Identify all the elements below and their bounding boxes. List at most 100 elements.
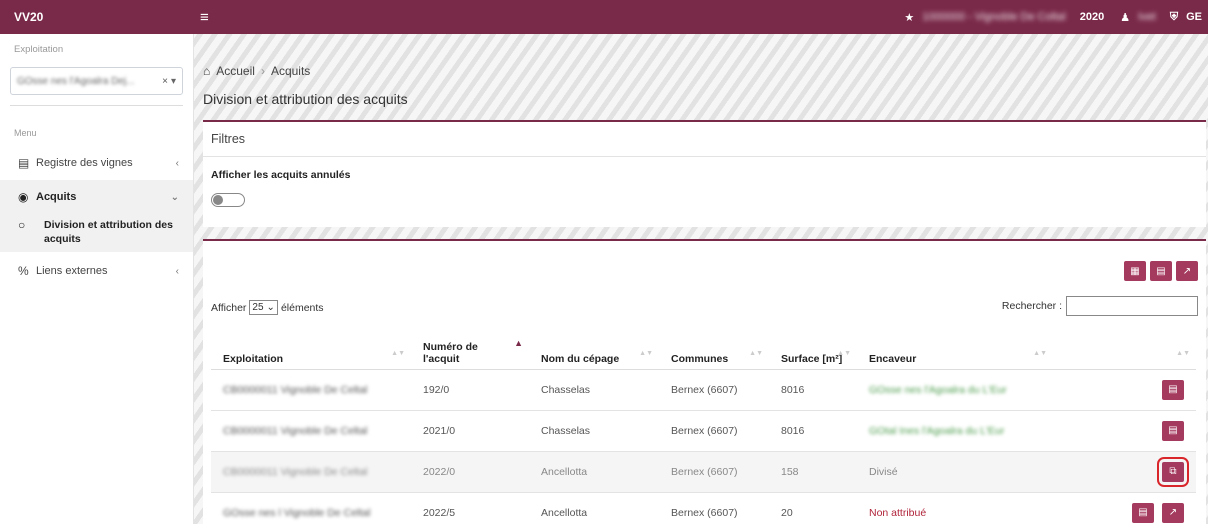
cell-surface: 8016	[769, 369, 857, 411]
exploitation-select-value: GOsse nes l'Agoalra Dej...	[17, 75, 135, 87]
cell-encaveur: GOtal Ines l'Agoalra du L'Eur	[857, 410, 1053, 452]
chevron-down-icon: ⌄	[170, 191, 179, 203]
external-link-icon[interactable]: ↗	[1176, 261, 1198, 281]
show-cancelled-label: Afficher les acquits annulés	[211, 169, 351, 181]
user-icon[interactable]: ♟	[1120, 11, 1130, 24]
chevron-left-icon: ‹	[175, 157, 179, 169]
pdf-export-icon[interactable]: ▤	[1150, 261, 1172, 281]
col-actions[interactable]: ▲▼	[1053, 324, 1196, 370]
current-exploitation[interactable]: 1000000 - Vignoble De Coltal	[922, 11, 1066, 23]
table-row[interactable]: CB0000011 Vignoble De Celtal 2021/0 Chas…	[211, 410, 1196, 452]
cell-surface: 20	[769, 492, 857, 524]
home-icon[interactable]: ⌂	[203, 64, 210, 78]
cell-exploitation: CB0000011 Vignoble De Celtal	[211, 451, 411, 493]
col-numero[interactable]: Numéro de l'acquit ▲	[411, 324, 529, 370]
cell-numero: 192/0	[411, 369, 529, 411]
copy-icon[interactable]: ⧉	[1157, 456, 1189, 487]
chevron-down-icon: ⌄	[266, 302, 275, 313]
cell-numero: 2022/5	[411, 492, 529, 524]
sidebar: Exploitation GOsse nes l'Agoalra Dej... …	[0, 34, 194, 524]
pdf-icon[interactable]: ▤	[1162, 420, 1184, 441]
search-label: Rechercher :	[1001, 300, 1062, 312]
length-prefix: Afficher	[211, 301, 247, 314]
cell-commune: Bernex (6607)	[659, 451, 769, 493]
exploitation-select[interactable]: GOsse nes l'Agoalra Dej... × ▾	[10, 67, 183, 95]
cell-actions: ▤	[1053, 410, 1196, 452]
sidebar-item-liens-externes[interactable]: % Liens externes ‹	[0, 254, 193, 288]
table-row[interactable]: CB0000011 Vignoble De Celtal 2022/0 Ance…	[211, 451, 1196, 493]
acquits-table: Exploitation ▲▼ Numéro de l'acquit ▲ Nom d…	[211, 324, 1196, 524]
sidebar-item-registre[interactable]: ▤ Registre des vignes ‹	[0, 146, 193, 180]
breadcrumb: ⌂ Accueil › Acquits	[203, 64, 310, 78]
cell-exploitation: CB0000011 Vignoble De Celtal	[211, 369, 411, 411]
page-length-value: 25	[252, 302, 264, 313]
cell-cepage: Ancellotta	[529, 492, 659, 524]
acquits-table-card: ▦ ▤ ↗ Afficher 25 ⌄ éléments Rechercher …	[203, 239, 1206, 524]
cell-cepage: Chasselas	[529, 410, 659, 452]
cell-surface: 8016	[769, 410, 857, 452]
col-communes[interactable]: Communes ▲▼	[659, 324, 769, 370]
sort-icon: ▲▼	[391, 349, 405, 357]
sidebar-item-acquits[interactable]: ◉ Acquits ⌄	[0, 180, 193, 214]
sort-icon: ▲▼	[837, 349, 851, 357]
top-navbar: VV20 ≡ ★ 1000000 - Vignoble De Coltal 20…	[0, 0, 1208, 34]
filters-title: Filtres	[203, 122, 1206, 157]
col-cepage[interactable]: Nom du cépage ▲▼	[529, 324, 659, 370]
year-label[interactable]: 2020	[1080, 11, 1104, 23]
export-buttons: ▦ ▤ ↗	[1124, 261, 1198, 281]
cell-exploitation: CB0000011 Vignoble De Celtal	[211, 410, 411, 452]
cell-surface: 158	[769, 451, 857, 493]
cell-commune: Bernex (6607)	[659, 410, 769, 452]
sort-icon: ▲▼	[1176, 349, 1190, 357]
cell-actions: ▤ ↗	[1053, 492, 1196, 524]
sort-icon: ▲▼	[1033, 349, 1047, 357]
cell-cepage: Chasselas	[529, 369, 659, 411]
page-length-select[interactable]: 25 ⌄	[249, 300, 278, 315]
globe-icon: ◉	[18, 190, 29, 204]
col-exploitation[interactable]: Exploitation ▲▼	[211, 324, 411, 370]
excel-export-icon[interactable]: ▦	[1124, 261, 1146, 281]
table-header-row: Exploitation ▲▼ Numéro de l'acquit ▲ Nom d…	[211, 324, 1196, 370]
clear-icon[interactable]: ×	[162, 76, 168, 87]
cell-encaveur: Divisé	[857, 451, 1053, 493]
circle-icon: ○	[18, 218, 26, 232]
sort-icon: ▲▼	[639, 349, 653, 357]
menu-label: Menu	[14, 128, 37, 138]
breadcrumb-current: Acquits	[270, 64, 311, 78]
chevron-down-icon[interactable]: ▾	[171, 76, 176, 87]
pdf-icon[interactable]: ▤	[1132, 502, 1154, 523]
filters-card: Filtres Afficher les acquits annulés	[203, 120, 1206, 227]
link-icon: %	[18, 264, 29, 278]
user-initials[interactable]: GE	[1186, 11, 1202, 23]
table-row[interactable]: GOsse nes l Vignoble De Celtal 2022/5 An…	[211, 492, 1196, 524]
sidebar-item-label: Acquits	[36, 191, 77, 203]
search-input[interactable]	[1066, 296, 1198, 316]
col-encaveur[interactable]: Encaveur ▲▼	[857, 324, 1053, 370]
show-cancelled-toggle[interactable]	[211, 193, 245, 207]
pdf-icon[interactable]: ▤	[1162, 379, 1184, 400]
table-row[interactable]: CB0000011 Vignoble De Celtal 192/0 Chass…	[211, 369, 1196, 411]
length-suffix: éléments	[280, 301, 324, 314]
cell-cepage: Ancellotta	[529, 451, 659, 493]
main-content: ⌂ Accueil › Acquits Division et attribut…	[194, 34, 1208, 524]
hamburger-menu-icon[interactable]: ≡	[200, 9, 209, 26]
shield-icon: ⛨	[1169, 10, 1179, 23]
page-length: Afficher 25 ⌄ éléments	[211, 300, 324, 315]
external-link-icon[interactable]: ↗	[1162, 502, 1184, 523]
cell-encaveur: GOsse nes l'Agoalra du L'Eur	[857, 369, 1053, 411]
sidebar-subitem-division[interactable]: ○ Division et attribution des acquits	[0, 214, 193, 252]
cell-numero: 2021/0	[411, 410, 529, 452]
cell-encaveur: Non attribué	[857, 492, 1053, 524]
sidebar-item-label: Registre des vignes	[36, 157, 133, 169]
page-title: Division et attribution des acquits	[203, 91, 408, 107]
cell-exploitation: GOsse nes l Vignoble De Celtal	[211, 492, 411, 524]
sort-asc-icon: ▲	[514, 338, 523, 348]
cell-actions: ⧉	[1053, 451, 1196, 493]
cell-commune: Bernex (6607)	[659, 369, 769, 411]
user-name[interactable]: Ivet	[1138, 11, 1156, 23]
app-brand[interactable]: VV20	[0, 10, 194, 24]
star-icon[interactable]: ★	[904, 11, 914, 24]
sort-icon: ▲▼	[749, 349, 763, 357]
breadcrumb-home[interactable]: Accueil	[216, 64, 255, 78]
col-surface[interactable]: Surface [m²] ▲▼	[769, 324, 857, 370]
